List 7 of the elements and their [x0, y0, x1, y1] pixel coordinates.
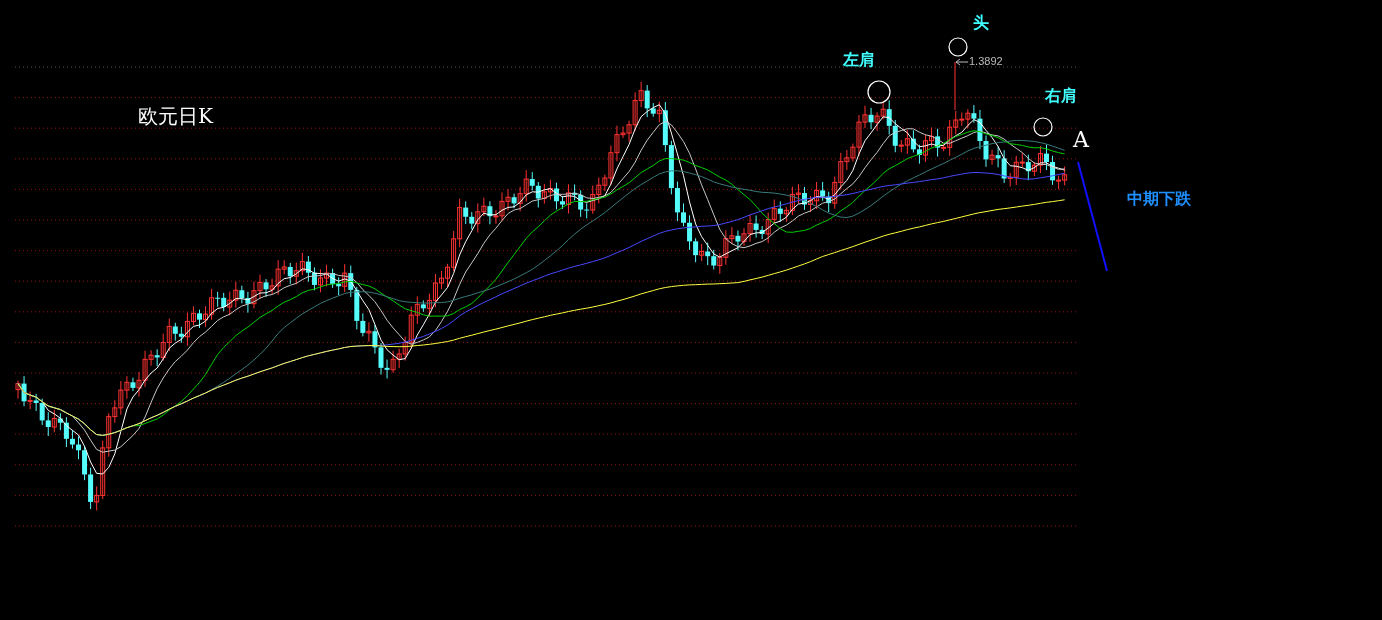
price-label: 1.3892: [969, 56, 1003, 67]
annotation-label: 头: [973, 15, 989, 31]
annotation-label: 左肩: [843, 52, 875, 68]
annotation-label: 右肩: [1045, 88, 1077, 104]
trend-label: 中期下跌: [1127, 191, 1191, 207]
point-label: A: [1073, 129, 1089, 151]
chart-title: 欧元日K: [138, 106, 213, 126]
